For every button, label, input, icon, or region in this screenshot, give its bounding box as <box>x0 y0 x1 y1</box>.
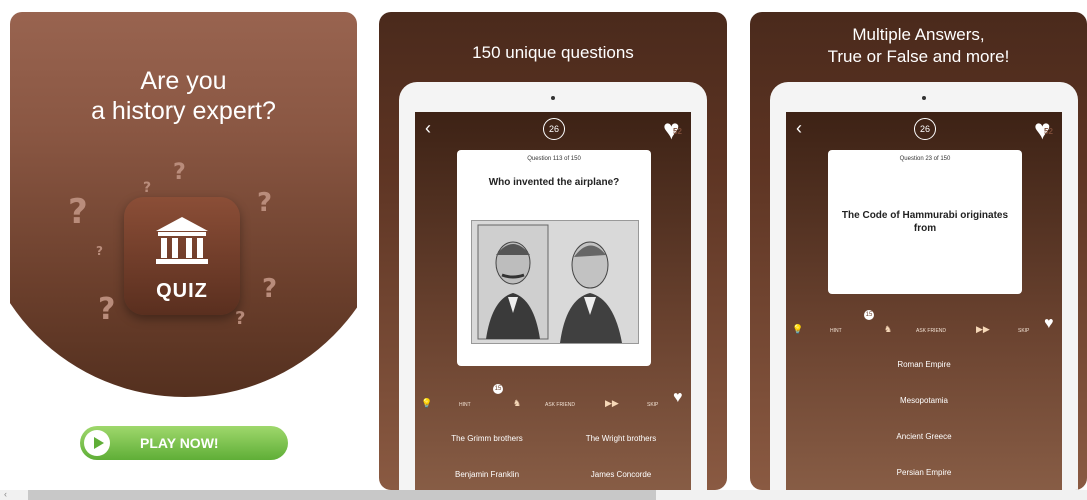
play-icon <box>84 430 110 456</box>
promo-card-intro: Are you a history expert? ? ? ? ? ? ? ? … <box>10 12 357 490</box>
ask-friend-icon[interactable]: ♞ <box>513 398 521 409</box>
ask-friend-button[interactable]: ASK FRIEND <box>916 328 946 334</box>
back-icon[interactable]: ‹ <box>796 118 802 139</box>
question-mark-icon: ? <box>173 160 186 185</box>
caption: Multiple Answers, True or False and more… <box>750 24 1087 68</box>
question-mark-icon: ? <box>257 188 273 218</box>
answer-option[interactable]: James Concorde <box>559 470 683 479</box>
question-card: Question 23 of 150 The Code of Hammurabi… <box>828 150 1022 294</box>
skip-icon[interactable]: ▶▶ <box>976 324 990 335</box>
question-mark-icon: ? <box>98 292 116 327</box>
caption: 150 unique questions <box>472 43 634 62</box>
timer: 26 <box>543 118 565 140</box>
app-icon-label: QUIZ <box>156 280 208 302</box>
question-mark-icon: ? <box>68 192 88 232</box>
lightbulb-icon[interactable]: 💡 <box>421 398 432 409</box>
heart-icon: ♥ <box>673 389 683 406</box>
question-number: Question 23 of 150 <box>899 156 951 162</box>
question-mark-icon: ? <box>235 308 246 329</box>
caption-line-2: True or False and more! <box>827 47 1010 66</box>
back-icon[interactable]: ‹ <box>425 118 431 139</box>
skip-button[interactable]: SKIP <box>647 402 658 408</box>
question-card: Question 113 of 150 Who invented the air… <box>457 150 651 366</box>
promo-card-questions: 150 unique questions ‹ 26 ♥ 52 Question … <box>379 12 727 490</box>
temple-icon <box>156 217 208 264</box>
game-screen: ‹ 26 ♥ 52 Question 113 of 150 Who invent… <box>415 112 691 490</box>
promo-card-answers: Multiple Answers, True or False and more… <box>750 12 1087 490</box>
answer-option[interactable]: Benjamin Franklin <box>425 470 549 479</box>
camera-dot <box>551 96 555 100</box>
lives-count: 52 <box>1044 127 1053 136</box>
answer-option[interactable]: Persian Empire <box>786 468 1062 477</box>
question-photo <box>471 220 639 344</box>
portrait-illustration <box>472 221 638 343</box>
scrollbar-thumb[interactable] <box>28 490 656 500</box>
play-now-button[interactable]: PLAY NOW! <box>80 426 288 460</box>
skip-button[interactable]: SKIP <box>1018 328 1029 334</box>
lightbulb-icon[interactable]: 💡 <box>792 324 803 335</box>
answer-option[interactable]: Roman Empire <box>786 360 1062 369</box>
answer-option[interactable]: The Wright brothers <box>559 434 683 443</box>
camera-dot <box>922 96 926 100</box>
question-number: Question 113 of 150 <box>527 156 581 162</box>
question-text-line-1: The Code of Hammurabi originates <box>841 210 1009 221</box>
question-mark-icon: ? <box>143 180 152 196</box>
caption-line-1: Multiple Answers, <box>852 25 985 44</box>
hint-count-badge: 15 <box>493 384 503 394</box>
ask-friend-icon[interactable]: ♞ <box>884 324 892 335</box>
heart-icon: ♥ <box>1044 315 1054 332</box>
headline-line-2: a history expert? <box>91 97 276 125</box>
tablet-frame: ‹ 26 ♥ 52 Question 23 of 150 The Code of… <box>770 82 1078 490</box>
tablet-frame: ‹ 26 ♥ 52 Question 113 of 150 Who invent… <box>399 82 707 490</box>
question-text: Who invented the airplane? <box>488 177 620 188</box>
app-icon: QUIZ <box>124 197 240 315</box>
game-screen: ‹ 26 ♥ 52 Question 23 of 150 The Code of… <box>786 112 1062 490</box>
headline-line-1: Are you <box>140 67 227 95</box>
hint-count-badge: 15 <box>864 310 874 320</box>
answer-option[interactable]: The Grimm brothers <box>425 434 549 443</box>
timer: 26 <box>914 118 936 140</box>
scroll-left-icon[interactable]: ‹ <box>4 489 7 499</box>
ask-friend-button[interactable]: ASK FRIEND <box>545 402 575 408</box>
question-mark-icon: ? <box>96 244 103 258</box>
hint-button[interactable]: HINT <box>830 328 842 334</box>
question-mark-icon: ? <box>262 274 278 304</box>
lives-count: 52 <box>673 127 682 136</box>
skip-icon[interactable]: ▶▶ <box>605 398 619 409</box>
answer-option[interactable]: Ancient Greece <box>786 432 1062 441</box>
answer-option[interactable]: Mesopotamia <box>786 396 1062 405</box>
headline: Are you a history expert? <box>10 66 357 126</box>
question-text-line-2: from <box>913 223 937 234</box>
hint-button[interactable]: HINT <box>459 402 471 408</box>
play-now-label: PLAY NOW! <box>140 435 219 451</box>
